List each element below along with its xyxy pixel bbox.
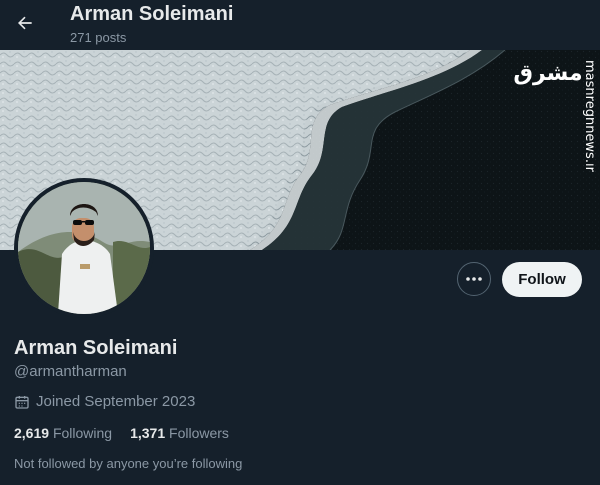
more-dots-icon bbox=[466, 277, 482, 281]
following-count: 2,619 bbox=[14, 425, 50, 441]
back-button[interactable] bbox=[12, 10, 38, 36]
joined-date: Joined September 2023 bbox=[14, 393, 195, 410]
more-options-button[interactable] bbox=[457, 262, 491, 296]
follow-stats: 2,619 Following 1,371 Followers bbox=[14, 425, 229, 441]
profile-handle: @armantharman bbox=[14, 363, 127, 380]
arrow-left-icon bbox=[18, 16, 32, 30]
follow-button[interactable]: Follow bbox=[502, 262, 582, 297]
watermark-logo-text: مشرق bbox=[513, 61, 582, 86]
joined-text: Joined September 2023 bbox=[36, 393, 196, 410]
header-title: Arman Soleimani bbox=[70, 3, 234, 25]
followers-count: 1,371 bbox=[130, 425, 166, 441]
followers-label: Followers bbox=[169, 425, 229, 441]
avatar[interactable] bbox=[14, 178, 154, 318]
following-link[interactable]: 2,619 Following bbox=[14, 425, 112, 441]
top-bar: Arman Soleimani 271 posts bbox=[0, 0, 600, 50]
post-count: 271 posts bbox=[70, 30, 127, 45]
followers-link[interactable]: 1,371 Followers bbox=[130, 425, 229, 441]
following-label: Following bbox=[52, 425, 113, 441]
watermark-site: mashreghnews.ir bbox=[582, 60, 594, 173]
not-followed-notice: Not followed by anyone you’re following bbox=[14, 456, 243, 471]
watermark-logo: مشرق mashreghnews.ir bbox=[513, 60, 594, 173]
calendar-icon bbox=[15, 395, 29, 409]
profile-name: Arman Soleimani bbox=[14, 337, 178, 359]
